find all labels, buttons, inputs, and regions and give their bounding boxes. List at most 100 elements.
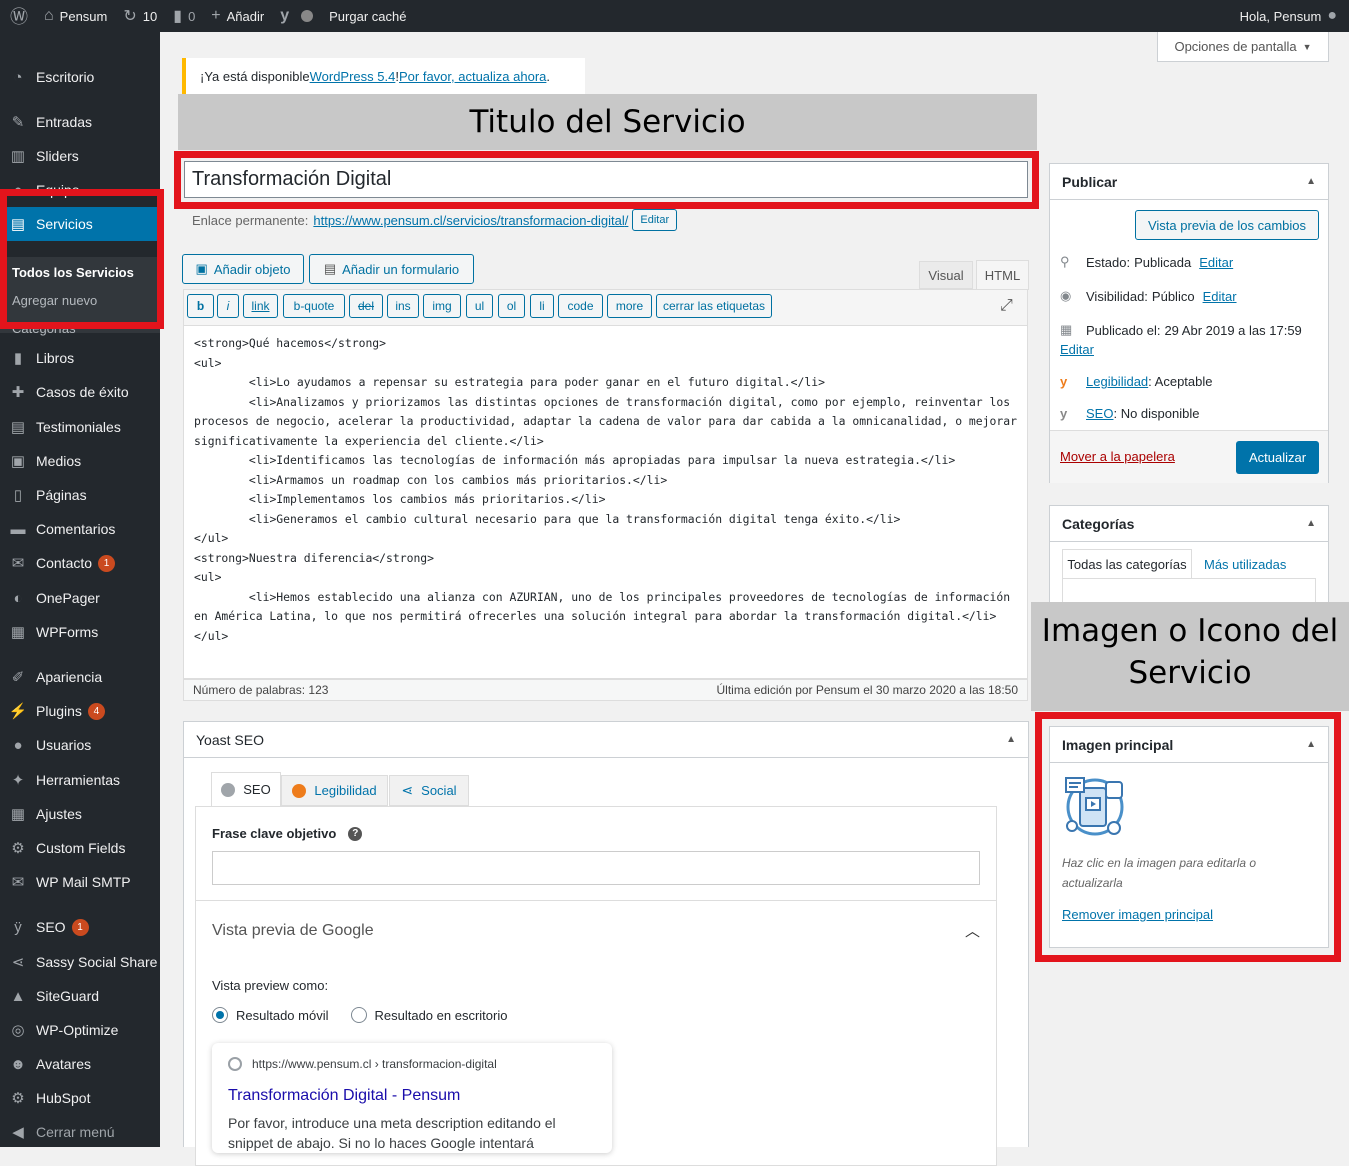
- snippet-title[interactable]: Transformación Digital - Pensum: [228, 1087, 596, 1105]
- sidebar-item-páginas[interactable]: ▯ Páginas: [0, 478, 160, 512]
- featured-image-thumbnail[interactable]: [1062, 774, 1128, 840]
- radio-desktop[interactable]: [350, 1007, 367, 1023]
- sidebar-item-wpforms[interactable]: ▦ WPForms: [0, 615, 160, 649]
- post-title-input[interactable]: Transformación Digital: [184, 161, 1028, 198]
- edit-permalink-button[interactable]: Editar: [632, 209, 678, 231]
- sidebar-item-hubspot[interactable]: ⚙ HubSpot: [0, 1081, 160, 1115]
- keyphrase-input[interactable]: [212, 851, 980, 885]
- sidebar-item-libros[interactable]: ▮ Libros: [0, 341, 160, 375]
- update-button[interactable]: Actualizar: [1236, 441, 1319, 474]
- collapse-arrow-icon[interactable]: ▲: [1306, 739, 1316, 750]
- tab-visual[interactable]: Visual: [919, 261, 973, 289]
- yoast-tab-seo[interactable]: SEO: [211, 772, 281, 806]
- comments-link[interactable]: ▮ 0: [165, 0, 203, 32]
- readability-row: y Legibilidad: Aceptable: [1060, 374, 1213, 389]
- quicktag-cerrar-las-etiquetas-button[interactable]: cerrar las etiquetas: [656, 294, 772, 318]
- categories-header[interactable]: Categorías ▲: [1050, 506, 1328, 542]
- quicktag-link-button[interactable]: link: [243, 294, 278, 318]
- quicktag-b-quote-button[interactable]: b-quote: [283, 294, 345, 318]
- preview-changes-button[interactable]: Vista previa de los cambios: [1135, 210, 1319, 240]
- quicktag-code-button[interactable]: code: [558, 294, 603, 318]
- quicktag-li-button[interactable]: li: [530, 294, 554, 318]
- sidebar-item-casos-de-éxito[interactable]: ✚ Casos de éxito: [0, 375, 160, 409]
- sidebar-item-seo[interactable]: ÿ SEO 1: [0, 910, 160, 944]
- quicktag-del-button[interactable]: del: [349, 294, 383, 318]
- remove-featured-image-link[interactable]: Remover imagen principal: [1062, 907, 1213, 922]
- permalink-link[interactable]: https://www.pensum.cl/servicios/transfor…: [313, 213, 628, 228]
- sidebar-item-medios[interactable]: ▣ Medios: [0, 444, 160, 478]
- sidebar-item-ajustes[interactable]: ▦ Ajustes: [0, 797, 160, 831]
- sidebar-item-herramientas[interactable]: ✦ Herramientas: [0, 763, 160, 797]
- quicktag-i-button[interactable]: i: [217, 294, 239, 318]
- sidebar-item-servicios[interactable]: ▤ Servicios: [0, 207, 160, 241]
- publish-box: Publicar ▲ Vista previa de los cambios ⚲ E…: [1049, 163, 1329, 483]
- quicktag-ins-button[interactable]: ins: [387, 294, 419, 318]
- screen-options-button[interactable]: Opciones de pantalla ▼: [1157, 32, 1329, 62]
- featured-image-header[interactable]: Imagen principal ▲: [1050, 727, 1328, 763]
- submenu-add-new[interactable]: Agregar nuevo: [0, 287, 160, 315]
- sidebar-item-siteguard[interactable]: ▲ SiteGuard: [0, 979, 160, 1013]
- quicktag-img-button[interactable]: img: [423, 294, 461, 318]
- update-now-link[interactable]: Por favor, actualiza ahora: [399, 69, 546, 84]
- yoast-adminbar-link[interactable]: y: [272, 0, 321, 32]
- publish-header[interactable]: Publicar ▲: [1050, 164, 1328, 200]
- pin-icon: ⚲: [1060, 254, 1070, 269]
- sidebar-item-cerrar-menú[interactable]: ◀ Cerrar menú: [0, 1115, 160, 1149]
- status-row: ⚲ Estado: Publicada Editar: [1060, 254, 1234, 270]
- trash-link[interactable]: Mover a la papelera: [1060, 449, 1175, 464]
- snippet-url: https://www.pensum.cl › transformacion-d…: [252, 1057, 497, 1071]
- google-preview-toggle[interactable]: Vista previa de Google ︿: [212, 920, 980, 941]
- permalink-row: Enlace permanente: https://www.pensum.cl…: [192, 209, 678, 231]
- quicktag-more-button[interactable]: more: [607, 294, 652, 318]
- sidebar-item-wp-mail-smtp[interactable]: ✉ WP Mail SMTP: [0, 865, 160, 899]
- add-media-button[interactable]: ▣ Añadir objeto: [182, 254, 304, 284]
- yoast-seo-header[interactable]: Yoast SEO ▲: [184, 722, 1028, 758]
- quicktag-ul-button[interactable]: ul: [466, 294, 493, 318]
- purge-cache-link[interactable]: Purgar caché: [321, 0, 414, 32]
- sidebar-item-contacto[interactable]: ✉ Contacto 1: [0, 546, 160, 580]
- updates-link[interactable]: ↻ 10: [115, 0, 165, 32]
- sidebar-item-equipo[interactable]: ● Equipo: [0, 173, 160, 207]
- seo-link[interactable]: SEO: [1086, 406, 1113, 421]
- wp-version-link[interactable]: WordPress 5.4: [310, 69, 396, 84]
- sidebar-item-custom-fields[interactable]: ⚙ Custom Fields: [0, 831, 160, 865]
- tab-all-categories[interactable]: Todas las categorías: [1062, 549, 1192, 579]
- yoast-tab-readability[interactable]: Legibilidad: [281, 775, 388, 806]
- quicktag-b-button[interactable]: b: [187, 294, 214, 318]
- html-editor-textarea[interactable]: <strong>Qué hacemos</strong> <ul> <li>Lo…: [183, 325, 1028, 679]
- sidebar-item-sliders[interactable]: ▥ Sliders: [0, 139, 160, 173]
- sidebar-item-plugins[interactable]: ⚡ Plugins 4: [0, 694, 160, 728]
- tab-html[interactable]: HTML: [976, 260, 1029, 290]
- sidebar-item-escritorio[interactable]: ◔ Escritorio: [0, 60, 160, 94]
- wordpress-logo-icon[interactable]: Ⓦ: [0, 0, 36, 32]
- collapse-arrow-icon[interactable]: ▲: [1306, 176, 1316, 187]
- sidebar-item-usuarios[interactable]: ● Usuarios: [0, 728, 160, 762]
- account-link[interactable]: Hola, Pensum ●: [1232, 0, 1349, 32]
- submenu-categories[interactable]: Categorías: [0, 315, 160, 343]
- sidebar-item-comentarios[interactable]: ▬ Comentarios: [0, 512, 160, 546]
- sidebar-item-sassy-social-share[interactable]: ⋖ Sassy Social Share: [0, 945, 160, 979]
- edit-status-link[interactable]: Editar: [1199, 255, 1233, 270]
- quicktag-ol-button[interactable]: ol: [498, 294, 525, 318]
- sidebar-item-onepager[interactable]: ◐ OnePager: [0, 581, 160, 615]
- brush-icon: ✐: [11, 669, 25, 686]
- site-name-link[interactable]: ⌂ Pensum: [36, 0, 115, 32]
- edit-date-link[interactable]: Editar: [1060, 342, 1094, 357]
- yoast-tab-social[interactable]: ⋖ Social: [389, 775, 469, 806]
- sidebar-item-avatares[interactable]: ☻ Avatares: [0, 1047, 160, 1081]
- sidebar-item-testimoniales[interactable]: ▤ Testimoniales: [0, 410, 160, 444]
- collapse-arrow-icon[interactable]: ▲: [1006, 734, 1016, 745]
- sidebar-item-entradas[interactable]: ✎ Entradas: [0, 105, 160, 139]
- submenu-all-services[interactable]: Todos los Servicios: [0, 259, 160, 287]
- help-icon[interactable]: ?: [348, 826, 363, 841]
- radio-mobile[interactable]: [212, 1007, 228, 1023]
- add-new-link[interactable]: + Añadir: [203, 0, 272, 32]
- sidebar-item-apariencia[interactable]: ✐ Apariencia: [0, 660, 160, 694]
- sidebar-item-wp-optimize[interactable]: ◎ WP-Optimize: [0, 1013, 160, 1047]
- collapse-arrow-icon[interactable]: ▲: [1306, 518, 1316, 529]
- fullscreen-icon[interactable]: ⤢: [1000, 297, 1013, 315]
- edit-visibility-link[interactable]: Editar: [1203, 289, 1237, 304]
- add-form-button[interactable]: ▤ Añadir un formulario: [309, 254, 474, 284]
- readability-link[interactable]: Legibilidad: [1086, 374, 1148, 389]
- tab-most-used[interactable]: Más utilizadas: [1204, 557, 1286, 572]
